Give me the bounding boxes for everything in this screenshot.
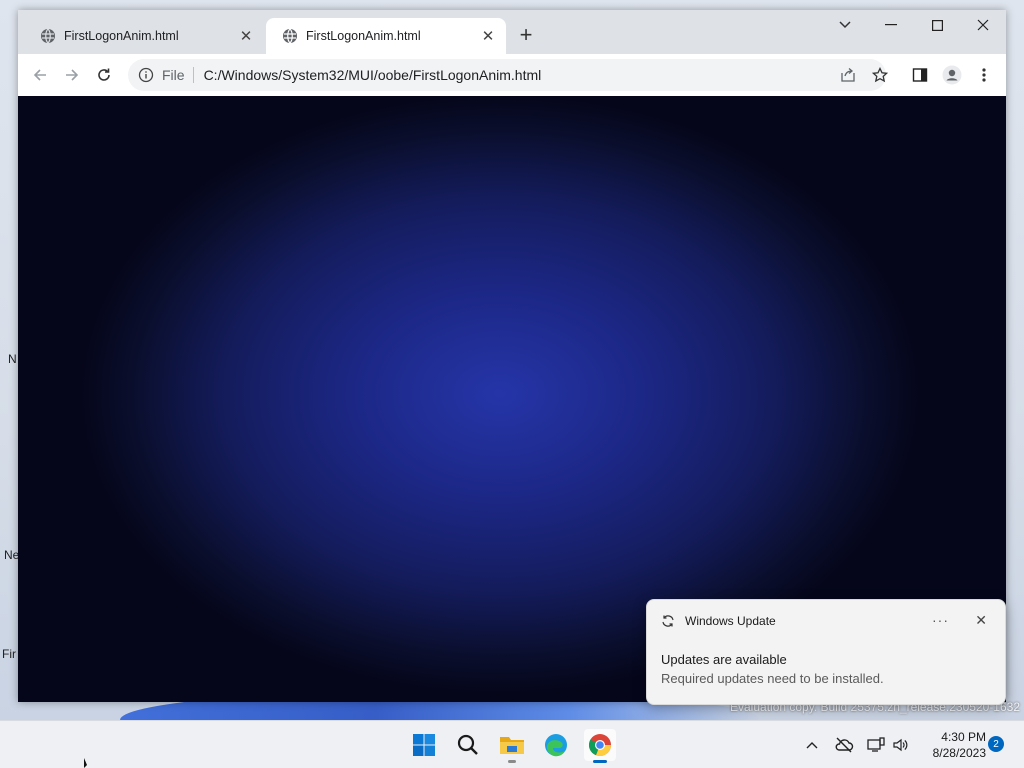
toast-body: Required updates need to be installed. (661, 671, 884, 686)
edge-icon (545, 734, 567, 757)
clock-time: 4:30 PM (941, 730, 986, 744)
reload-icon (98, 68, 110, 81)
share-button[interactable] (838, 65, 858, 85)
url-text[interactable]: C:/Windows/System32/MUI/oobe/FirstLogonA… (204, 67, 542, 83)
clock[interactable]: 4:30 PM 8/28/2023 (920, 729, 986, 761)
speaker-icon (893, 738, 908, 752)
tab-title: FirstLogonAnim.html (306, 29, 421, 43)
profile-button[interactable] (942, 65, 962, 85)
network-tray-button[interactable] (866, 735, 886, 755)
close-icon (977, 19, 989, 31)
onedrive-tray-button[interactable] (834, 735, 854, 755)
toast-close-button[interactable]: ✕ (975, 612, 987, 629)
info-icon[interactable] (138, 67, 154, 83)
arrow-left-icon (33, 69, 46, 81)
toast-header: Windows Update (661, 614, 776, 628)
new-tab-button[interactable]: + (516, 24, 536, 46)
search-button[interactable] (452, 729, 484, 761)
close-window-button[interactable] (960, 10, 1006, 40)
chevron-up-icon (806, 742, 818, 749)
mouse-cursor-icon (84, 758, 87, 768)
arrow-right-icon (66, 69, 79, 81)
reload-button[interactable] (94, 65, 114, 85)
close-tab-icon[interactable]: ✕ (238, 28, 254, 45)
close-tab-icon[interactable]: ✕ (480, 28, 496, 45)
address-bar[interactable]: File C:/Windows/System32/MUI/oobe/FirstL… (128, 59, 886, 91)
minimize-button[interactable] (868, 10, 914, 40)
toast-more-button[interactable]: ··· (932, 612, 949, 628)
tab-search-button[interactable] (822, 10, 868, 40)
minimize-icon (885, 24, 897, 26)
toast-title: Updates are available (661, 652, 787, 667)
tab-title: FirstLogonAnim.html (64, 29, 179, 43)
file-explorer-button[interactable] (496, 729, 528, 763)
chrome-icon (588, 734, 612, 757)
chevron-down-icon (839, 21, 851, 29)
taskbar: 4:30 PM 8/28/2023 2 (0, 720, 1024, 768)
profile-icon (942, 65, 962, 85)
volume-tray-button[interactable] (890, 735, 910, 755)
tab-strip: FirstLogonAnim.html ✕ FirstLogonAnim.htm… (18, 10, 1006, 54)
start-icon (413, 734, 435, 756)
browser-toolbar: File C:/Windows/System32/MUI/oobe/FirstL… (18, 54, 1006, 96)
file-explorer-icon (500, 737, 524, 754)
edge-button[interactable] (540, 729, 572, 761)
show-hidden-icons-button[interactable] (802, 735, 822, 755)
globe-icon (283, 28, 297, 44)
clock-date: 8/28/2023 (932, 746, 986, 760)
scheme-label: File (162, 67, 194, 83)
star-icon (872, 67, 888, 83)
forward-button[interactable] (62, 65, 82, 85)
menu-button[interactable] (974, 65, 994, 85)
start-button[interactable] (408, 729, 440, 761)
search-icon (457, 734, 478, 755)
tab-active[interactable]: FirstLogonAnim.html ✕ (266, 18, 506, 54)
maximize-button[interactable] (914, 10, 960, 40)
notification-badge[interactable]: 2 (988, 736, 1004, 752)
globe-icon (41, 28, 55, 44)
more-vertical-icon (982, 68, 986, 82)
windows-update-toast[interactable]: Windows Update ··· ✕ Updates are availab… (646, 599, 1006, 705)
toast-app-name: Windows Update (685, 614, 776, 628)
bookmark-button[interactable] (870, 65, 890, 85)
side-panel-icon (912, 68, 928, 82)
cloud-off-icon (835, 737, 854, 753)
tab-inactive[interactable]: FirstLogonAnim.html ✕ (24, 18, 264, 54)
sync-icon (662, 615, 674, 627)
back-button[interactable] (30, 65, 50, 85)
network-icon (867, 737, 885, 752)
side-panel-button[interactable] (910, 65, 930, 85)
maximize-icon (931, 19, 943, 31)
chrome-button[interactable] (584, 729, 616, 763)
share-icon (841, 68, 855, 82)
